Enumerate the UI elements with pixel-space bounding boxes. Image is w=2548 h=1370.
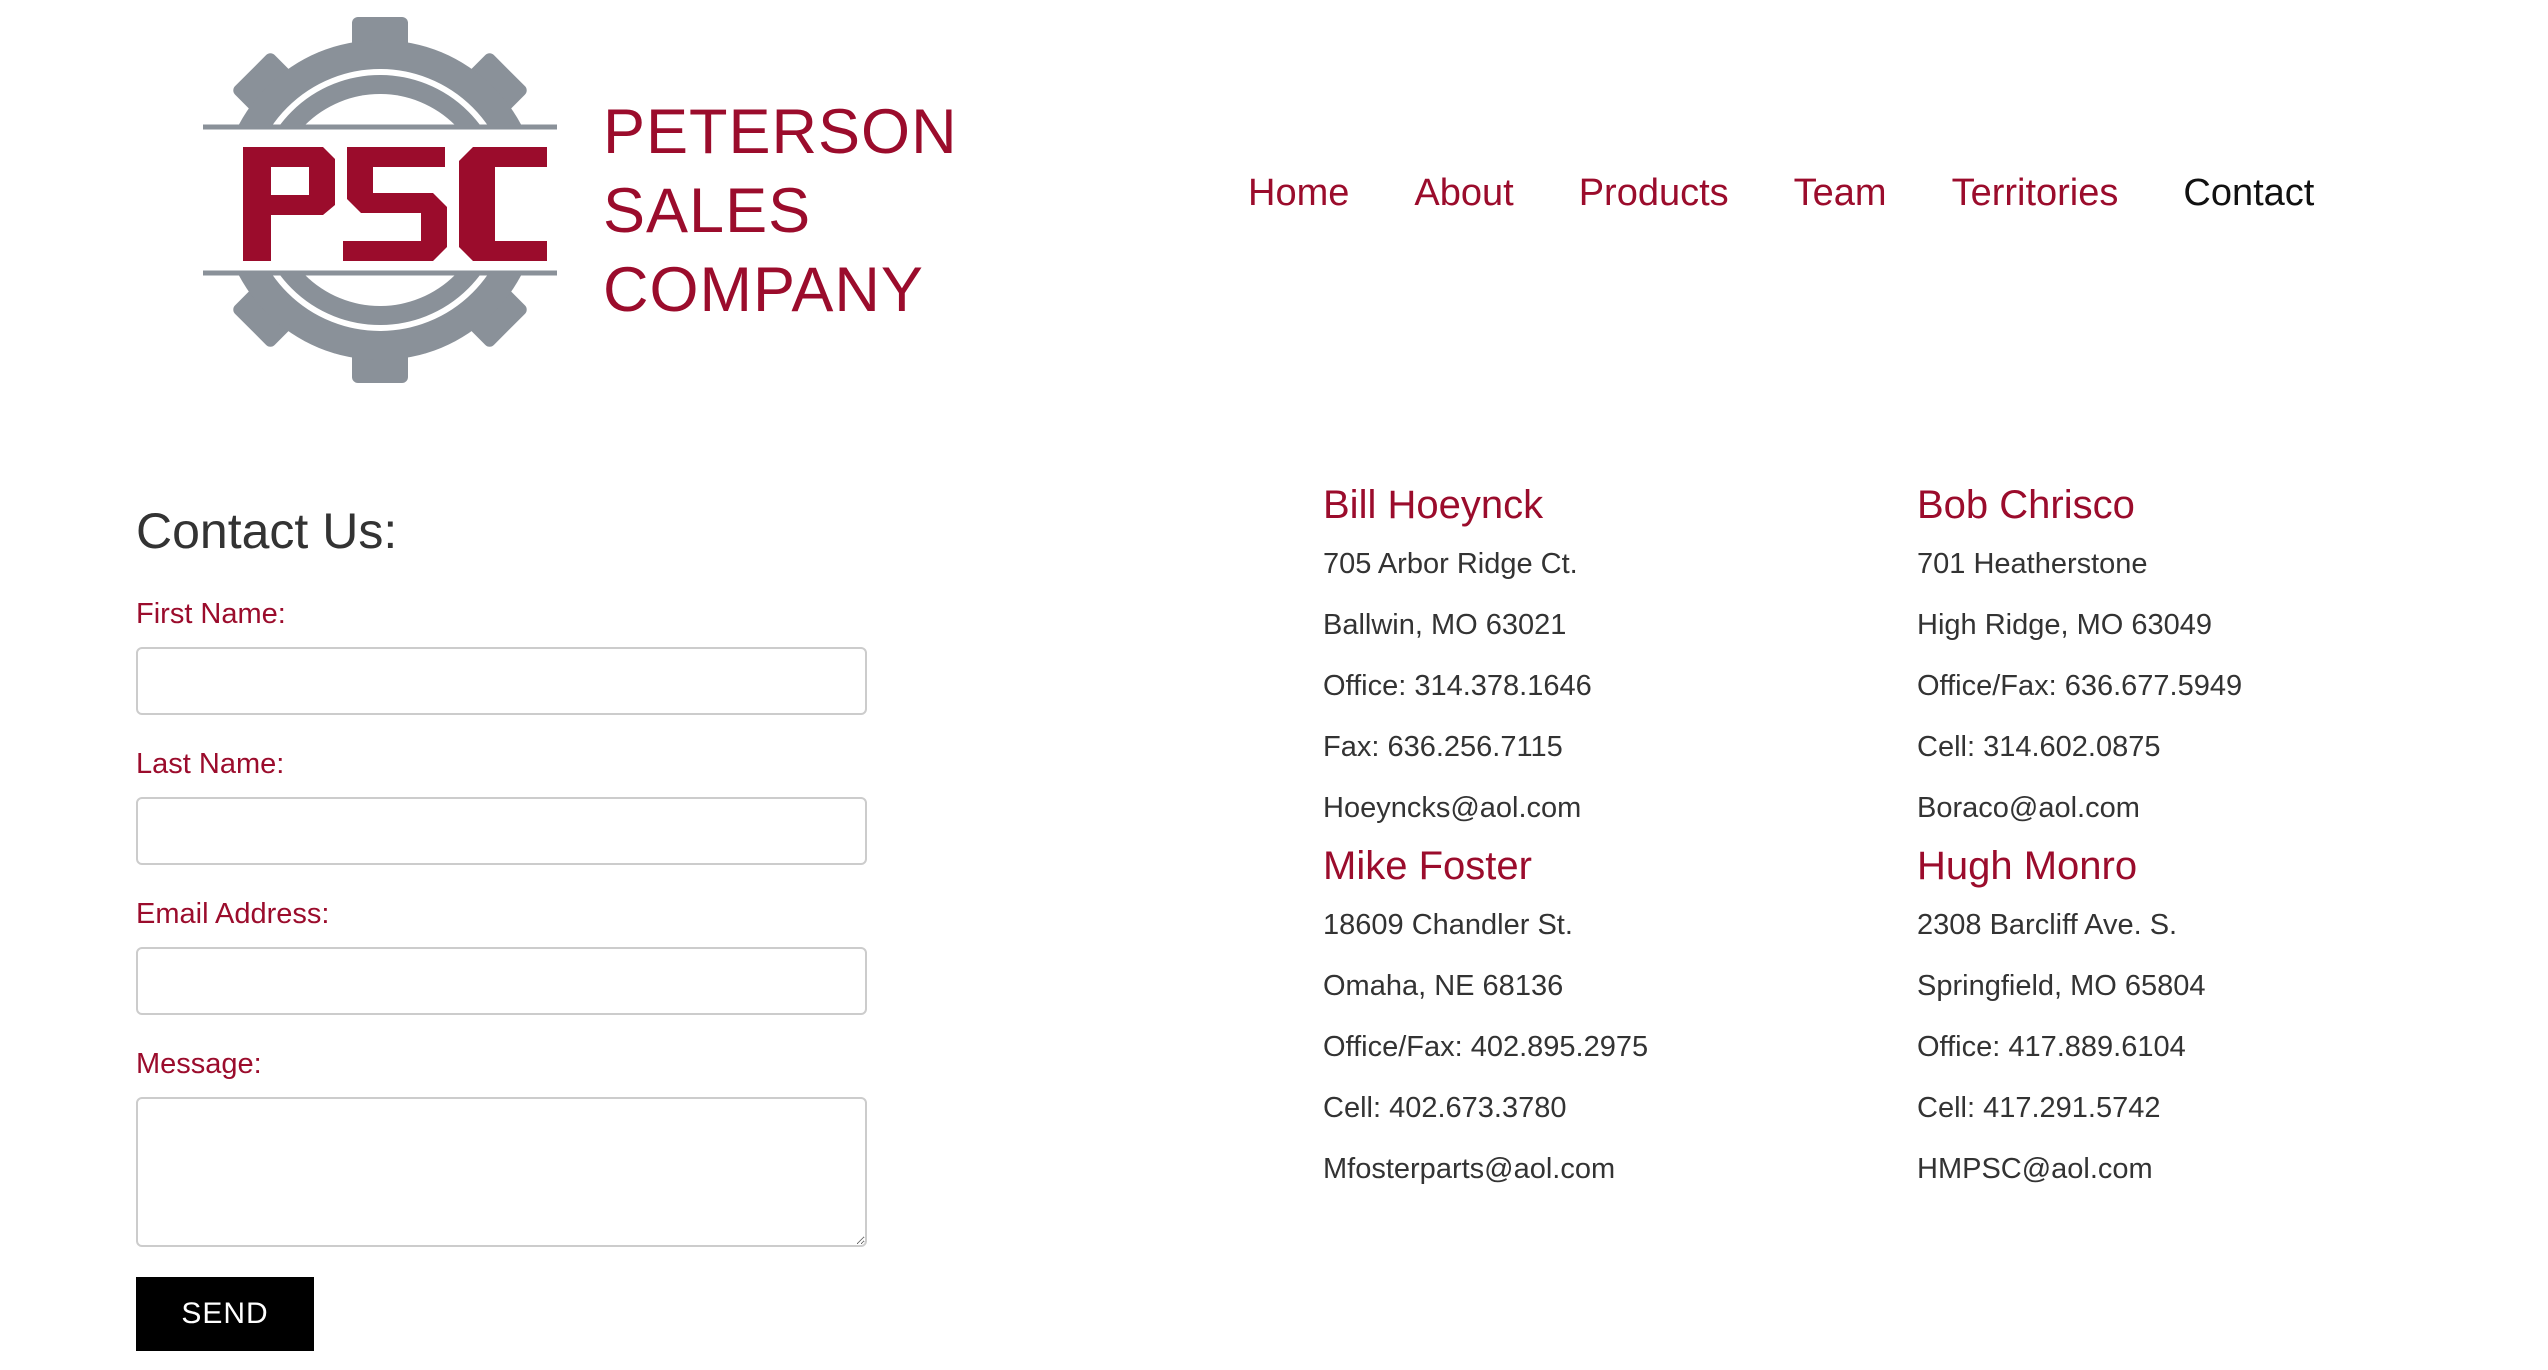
contact-card: Mike Foster 18609 Chandler St. Omaha, NE… <box>1323 839 1917 1200</box>
contact-phone: Fax: 636.256.7115 <box>1323 731 1563 763</box>
contacts-grid: Bill Hoeynck 705 Arbor Ridge Ct. Ballwin… <box>1323 478 2511 1200</box>
contact-card: Bob Chrisco 701 Heatherstone High Ridge,… <box>1917 478 2511 839</box>
contact-city: Omaha, NE 68136 <box>1323 970 1564 1002</box>
email-label: Email Address: <box>136 898 330 930</box>
nav-about[interactable]: About <box>1414 172 1513 215</box>
company-name-line-2: SALES <box>603 176 812 246</box>
contact-phone: Cell: 417.291.5742 <box>1917 1092 2161 1124</box>
contact-email: HMPSC@aol.com <box>1917 1153 2153 1185</box>
contact-address: 18609 Chandler St. <box>1323 909 1573 941</box>
nav-products[interactable]: Products <box>1579 172 1729 215</box>
contact-phone: Office/Fax: 402.895.2975 <box>1323 1031 1649 1063</box>
contact-name: Hugh Monro <box>1917 844 2138 888</box>
first-name-input[interactable] <box>136 647 867 715</box>
main-nav: Home About Products Team Territories Con… <box>1248 172 2379 215</box>
contact-city: Ballwin, MO 63021 <box>1323 609 1567 641</box>
form-title: Contact Us: <box>136 503 398 559</box>
first-name-label: First Name: <box>136 598 286 630</box>
company-name-line-3: COMPANY <box>603 255 924 325</box>
message-label: Message: <box>136 1048 262 1080</box>
contact-name: Bob Chrisco <box>1917 483 2135 527</box>
contact-email: Hoeyncks@aol.com <box>1323 792 1582 824</box>
gear-logo-icon <box>195 17 565 383</box>
contact-name: Mike Foster <box>1323 844 1532 888</box>
contact-card: Bill Hoeynck 705 Arbor Ridge Ct. Ballwin… <box>1323 478 1917 839</box>
contact-city: High Ridge, MO 63049 <box>1917 609 2212 641</box>
company-name: PETERSON SALES COMPANY <box>603 93 958 330</box>
company-logo[interactable]: PETERSON SALES COMPANY <box>195 15 957 385</box>
contact-phone: Cell: 402.673.3780 <box>1323 1092 1567 1124</box>
contact-name: Bill Hoeynck <box>1323 483 1544 527</box>
contact-phone: Cell: 314.602.0875 <box>1917 731 2161 763</box>
send-button[interactable]: SEND <box>136 1277 314 1351</box>
contact-email: Boraco@aol.com <box>1917 792 2140 824</box>
contact-address: 701 Heatherstone <box>1917 548 2148 580</box>
nav-contact[interactable]: Contact <box>2183 172 2314 215</box>
contact-phone: Office: 314.378.1646 <box>1323 670 1592 702</box>
contact-city: Springfield, MO 65804 <box>1917 970 2206 1002</box>
company-name-line-1: PETERSON <box>603 97 958 167</box>
contact-phone: Office: 417.889.6104 <box>1917 1031 2186 1063</box>
contact-form: Contact Us: First Name: Last Name: Email… <box>136 495 876 1351</box>
nav-home[interactable]: Home <box>1248 172 1349 215</box>
contact-email: Mfosterparts@aol.com <box>1323 1153 1616 1185</box>
nav-territories[interactable]: Territories <box>1952 172 2119 215</box>
contact-phone: Office/Fax: 636.677.5949 <box>1917 670 2243 702</box>
last-name-input[interactable] <box>136 797 867 865</box>
contact-address: 2308 Barcliff Ave. S. <box>1917 909 2178 941</box>
email-input[interactable] <box>136 947 867 1015</box>
message-textarea[interactable] <box>136 1097 867 1247</box>
contact-card: Hugh Monro 2308 Barcliff Ave. S. Springf… <box>1917 839 2511 1200</box>
last-name-label: Last Name: <box>136 748 285 780</box>
nav-team[interactable]: Team <box>1794 172 1887 215</box>
contact-address: 705 Arbor Ridge Ct. <box>1323 548 1578 580</box>
